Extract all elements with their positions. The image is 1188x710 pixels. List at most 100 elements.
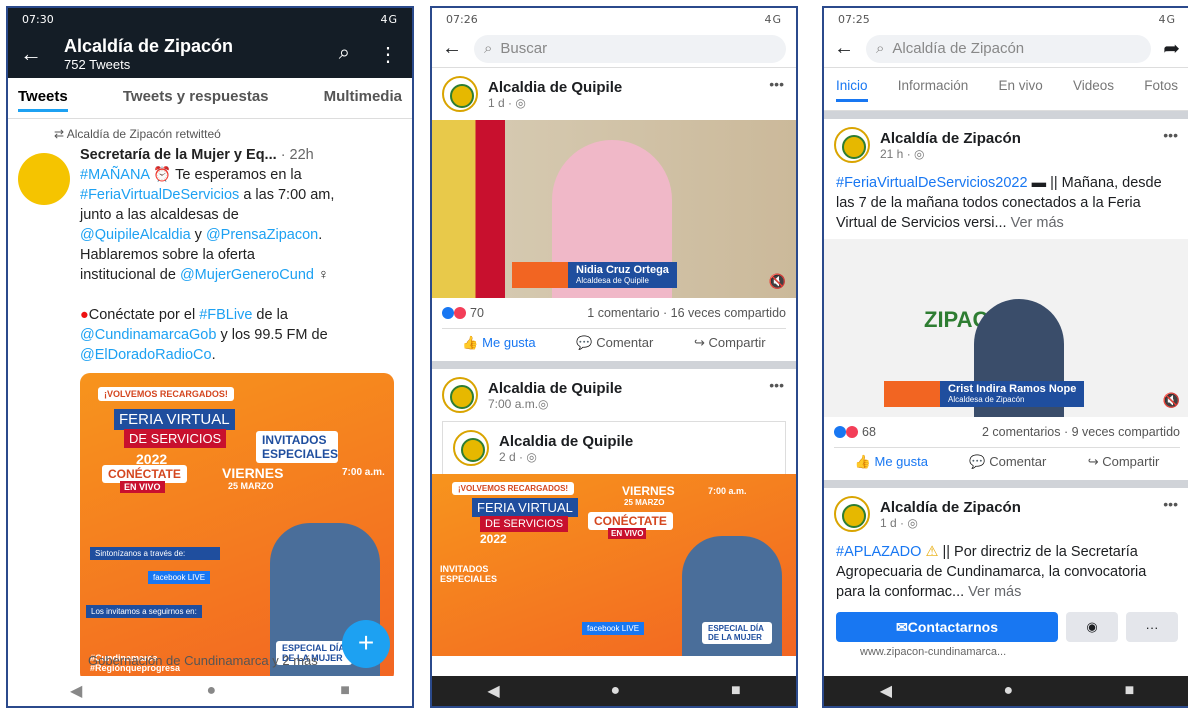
- back-arrow-icon[interactable]: ←: [834, 37, 854, 60]
- reaction-count[interactable]: 70: [470, 306, 484, 320]
- hashtag-fblive[interactable]: #FBLive: [199, 307, 252, 323]
- share-button[interactable]: ↪ Compartir: [694, 335, 766, 351]
- tab-tweets[interactable]: Tweets: [18, 88, 68, 112]
- lower-third-role: Alcaldesa de Zipacón: [948, 395, 1025, 404]
- hashtag-feria[interactable]: #FeriaVirtualDeServicios: [80, 187, 239, 203]
- page-logo[interactable]: [442, 76, 478, 112]
- tab-tweets-replies[interactable]: Tweets y respuestas: [123, 88, 269, 112]
- tab-informacion[interactable]: Información: [898, 78, 969, 102]
- avatar[interactable]: [18, 153, 70, 205]
- like-button[interactable]: 👍 Me gusta: [462, 335, 535, 351]
- more-options-icon[interactable]: •••: [1163, 127, 1178, 143]
- nav-recents-icon[interactable]: ■: [340, 682, 350, 700]
- mention-eldorado[interactable]: @ElDoradoRadioCo: [80, 347, 212, 363]
- comment-button[interactable]: 💬 Comentar: [969, 454, 1046, 470]
- search-icon[interactable]: ⌕: [339, 42, 350, 67]
- more-options-icon[interactable]: •••: [1163, 496, 1178, 512]
- nav-home-icon[interactable]: ●: [206, 682, 216, 700]
- contact-button[interactable]: ✉ Contactarnos: [836, 612, 1058, 642]
- nav-home-icon[interactable]: ●: [1003, 682, 1013, 700]
- shared-post-author[interactable]: Alcaldia de Quipile: [499, 433, 633, 450]
- tab-videos[interactable]: Videos: [1073, 78, 1114, 102]
- thumbs-up-icon: 👍: [462, 335, 483, 350]
- back-arrow-icon[interactable]: ←: [442, 37, 462, 60]
- hashtag-manana[interactable]: #MAÑANA: [80, 167, 149, 183]
- nav-back-icon[interactable]: ◀: [487, 681, 499, 701]
- share-button[interactable]: ↪ Compartir: [1088, 454, 1160, 470]
- page-url[interactable]: www.zipacon-cundinamarca...: [824, 642, 1188, 662]
- poster-title2: DE SERVICIOS: [480, 516, 569, 532]
- more-button[interactable]: ···: [1126, 612, 1178, 642]
- poster-fb: facebook LIVE: [148, 571, 211, 584]
- tweet-text-4: y: [190, 227, 206, 243]
- mention-cundinamarca[interactable]: @CundinamarcaGob: [80, 327, 216, 343]
- post-stats[interactable]: 2 comentarios · 9 veces compartido: [982, 425, 1180, 439]
- mention-mujer[interactable]: @MujerGeneroCund: [180, 267, 314, 283]
- post-video[interactable]: Nidia Cruz Ortega Alcaldesa de Quipile 🔇: [432, 120, 796, 298]
- page-logo[interactable]: [834, 496, 870, 532]
- back-arrow-icon[interactable]: ←: [20, 41, 42, 67]
- post-author[interactable]: Alcaldia de Quipile: [488, 79, 622, 96]
- like-button[interactable]: 👍 Me gusta: [855, 454, 928, 470]
- tweet-text-3: junto a las alcaldesas de: [80, 207, 239, 223]
- cta-row: ✉ Contactarnos ◉ ···: [824, 612, 1188, 642]
- more-options-icon[interactable]: •••: [769, 377, 784, 393]
- search-input[interactable]: ⌕ Buscar: [474, 34, 786, 63]
- nav-back-icon[interactable]: ◀: [70, 681, 82, 701]
- video-lower-third: Crist Indira Ramos Nope Alcaldesa de Zipa…: [884, 381, 1085, 407]
- camera-icon: ▬: [1027, 175, 1047, 191]
- search-input[interactable]: ⌕ Alcaldía de Zipacón: [866, 34, 1152, 63]
- hashtag-feria[interactable]: #FeriaVirtualDeServicios2022: [836, 175, 1028, 191]
- nav-back-icon[interactable]: ◀: [880, 681, 892, 701]
- compose-button[interactable]: +: [342, 620, 390, 668]
- tab-media[interactable]: Multimedia: [324, 88, 402, 112]
- reaction-count[interactable]: 68: [862, 425, 876, 439]
- post-author[interactable]: Alcaldía de Zipacón: [880, 130, 1021, 147]
- shared-post-image[interactable]: ¡VOLVEMOS RECARGADOS! FERIA VIRTUAL DE S…: [432, 474, 796, 656]
- mention-zipacon[interactable]: @PrensaZipacon: [206, 227, 318, 243]
- search-icon: ⌕: [876, 40, 885, 57]
- like-reaction-icon: [442, 307, 454, 319]
- search-bar: ← ⌕ Alcaldía de Zipacón ➦: [824, 30, 1188, 68]
- globe-icon: ◎: [526, 449, 537, 464]
- messenger-button[interactable]: ◉: [1066, 612, 1118, 642]
- nav-recents-icon[interactable]: ■: [1125, 682, 1135, 700]
- poster-guests: INVITADOS ESPECIALES: [256, 431, 338, 463]
- tweet-author[interactable]: Secretaría de la Mujer y Eq...: [80, 147, 277, 163]
- tweet-footer[interactable]: Gobernación de Cundinamarca y 2 más: [88, 653, 318, 668]
- shared-post[interactable]: Alcaldia de Quipile 2 d · ◎: [442, 421, 786, 474]
- see-more-link[interactable]: Ver más: [1011, 215, 1064, 231]
- more-options-icon[interactable]: •••: [769, 76, 784, 92]
- more-vertical-icon[interactable]: ⋮: [378, 42, 398, 67]
- post: Alcaldia de Quipile 7:00 a.m.◎ ••• Alcal…: [432, 369, 796, 656]
- nav-recents-icon[interactable]: ■: [731, 682, 741, 700]
- like-reaction-icon: [834, 426, 846, 438]
- tab-en-vivo[interactable]: En vivo: [998, 78, 1042, 102]
- tab-fotos[interactable]: Fotos: [1144, 78, 1178, 102]
- love-reaction-icon: [846, 426, 858, 438]
- page-logo[interactable]: [834, 127, 870, 163]
- share-arrow-icon[interactable]: ➦: [1163, 36, 1180, 61]
- mute-icon[interactable]: 🔇: [769, 273, 786, 290]
- post-stats[interactable]: 1 comentario · 16 veces compartido: [587, 306, 786, 320]
- post-separator: [432, 361, 796, 369]
- poster-live: EN VIVO: [120, 481, 165, 493]
- profile-header: ← Alcaldía de Zipacón 752 Tweets ⌕ ⋮: [8, 30, 412, 78]
- mute-icon[interactable]: 🔇: [1163, 392, 1180, 409]
- video-lower-third: Nidia Cruz Ortega Alcaldesa de Quipile: [512, 262, 677, 288]
- tweet[interactable]: Secretaría de la Mujer y Eq... · 22h #MA…: [8, 141, 412, 687]
- post-author[interactable]: Alcaldía de Zipacón: [880, 499, 1021, 516]
- facebook-quipile-phone: 07:26 4G ← ⌕ Buscar Alcaldia de Quipile …: [430, 6, 798, 708]
- post-text: #FeriaVirtualDeServicios2022 ▬ || Mañana…: [824, 171, 1188, 235]
- nav-home-icon[interactable]: ●: [610, 682, 620, 700]
- thumbs-up-icon: 👍: [854, 454, 875, 469]
- mention-quipile[interactable]: @QuipileAlcaldia: [80, 227, 191, 243]
- hashtag-aplazado[interactable]: #APLAZADO: [836, 544, 921, 560]
- post-author[interactable]: Alcaldia de Quipile: [488, 380, 622, 397]
- tab-inicio[interactable]: Inicio: [836, 78, 868, 102]
- page-logo[interactable]: [453, 430, 489, 466]
- comment-button[interactable]: 💬 Comentar: [576, 335, 653, 351]
- page-logo[interactable]: [442, 377, 478, 413]
- post-video[interactable]: ZIPACÓN Crist Indira Ramos Nope Alcaldesa…: [824, 239, 1188, 417]
- see-more-link[interactable]: Ver más: [968, 584, 1021, 600]
